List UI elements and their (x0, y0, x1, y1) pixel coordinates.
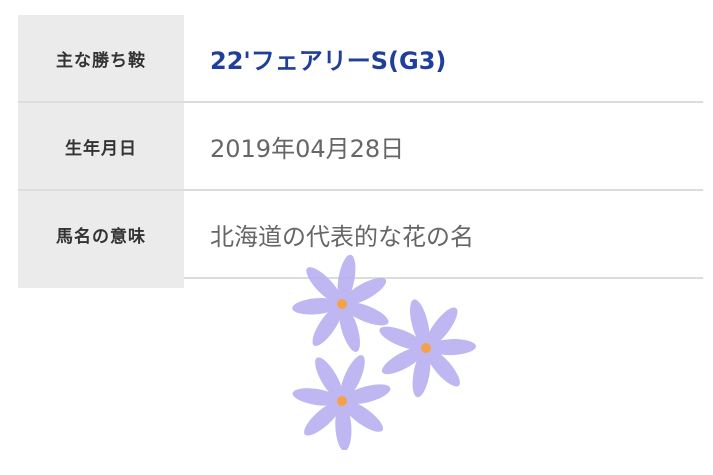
label-column-tail (18, 277, 184, 288)
info-row-main-wins: 主な勝ち鞍 22'フェアリーS(G3) (18, 15, 703, 103)
main-wins-label: 主な勝ち鞍 (18, 15, 184, 101)
birthdate-value: 2019年04月28日 (210, 134, 405, 163)
lavender-flower-cluster-icon (280, 250, 487, 450)
flower-top-icon (283, 250, 401, 361)
birthdate-label: 生年月日 (18, 103, 184, 189)
info-row-birthdate: 生年月日 2019年04月28日 (18, 103, 703, 191)
main-wins-link[interactable]: 22'フェアリーS(G3) (184, 15, 703, 101)
name-meaning-label: 馬名の意味 (18, 191, 184, 277)
horse-info-table: 主な勝ち鞍 22'フェアリーS(G3) 生年月日 2019年04月28日 馬名の… (18, 15, 703, 279)
flower-bottom-icon (280, 334, 409, 450)
